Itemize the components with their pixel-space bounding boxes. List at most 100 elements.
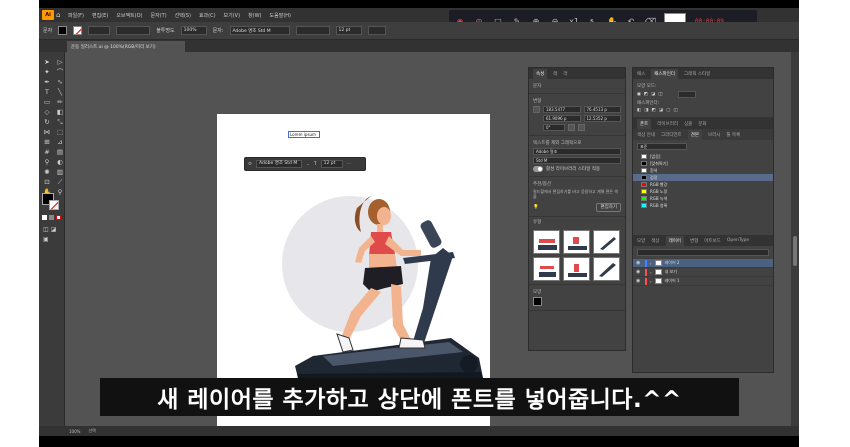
tab-swatches[interactable]: 견본 [687, 129, 702, 140]
y-field[interactable]: 76.4513 p [583, 106, 621, 113]
menu-type[interactable]: 문자(T) [151, 12, 167, 19]
variation-thumb-2[interactable] [563, 230, 590, 254]
gradient-mode-icon[interactable] [49, 215, 54, 220]
stroke-weight-field[interactable] [88, 26, 111, 35]
menu-help[interactable]: 도움말(H) [270, 12, 291, 19]
width-field[interactable]: 61.9096 p [543, 115, 581, 122]
floatbar-size-field[interactable]: 12 pt [320, 160, 343, 168]
tab-color[interactable]: 색상 [651, 238, 659, 244]
expand-chevron-icon[interactable]: › [650, 270, 652, 275]
trim-icon[interactable]: ◨ [644, 108, 648, 113]
swatch-row[interactable]: 흰색 [633, 167, 773, 174]
swatch-row[interactable]: RGB 청록 [633, 202, 773, 209]
draw-mode-icon[interactable]: ◫ ◪ [43, 226, 56, 233]
layer-name[interactable]: 레이어 1 [665, 278, 680, 284]
curvature-tool-icon[interactable]: ∿ [55, 78, 65, 86]
variation-thumb-3[interactable] [593, 230, 620, 254]
swatch-row[interactable]: [없음] [633, 153, 773, 160]
font-style-dropdown[interactable]: Std M [533, 157, 621, 164]
document-tab[interactable]: 운동 일러스트.ai @ 100%(RGB/미리 보기) [67, 41, 185, 52]
auto-style-toggle[interactable] [533, 166, 543, 172]
tab-libraries[interactable]: 라이브러리 [657, 121, 678, 127]
status-mode[interactable]: 선택 [88, 428, 95, 434]
brush-definition-field[interactable] [116, 26, 151, 35]
minus-back-icon[interactable]: ◫ [673, 108, 677, 113]
font-size-field[interactable]: 12 pt [335, 26, 362, 35]
vertical-scrollbar[interactable] [791, 52, 799, 426]
x-field[interactable]: 183.5477 [543, 106, 581, 113]
merge-icon[interactable]: ◩ [652, 108, 656, 113]
type-tool-icon[interactable]: T [42, 88, 52, 96]
tab-symbols[interactable]: 심볼 [684, 121, 692, 127]
variation-thumb-5[interactable] [563, 257, 590, 281]
variation-thumb-4[interactable] [533, 257, 560, 281]
tab-gradient[interactable]: 그라디언트 [661, 132, 682, 138]
text-frame[interactable]: Lorem ipsum [288, 131, 320, 138]
expand-chevron-icon[interactable]: › [650, 279, 652, 284]
pen-tool-icon[interactable]: ✒ [42, 78, 52, 86]
more-options-icon[interactable]: ⋯ [347, 162, 352, 167]
menu-effect[interactable]: 효과(C) [199, 12, 216, 19]
shape-builder-tool-icon[interactable]: ⊞ [42, 138, 52, 146]
visibility-eye-icon[interactable]: ◉ [636, 260, 642, 266]
shaper-tool-icon[interactable]: ◇ [42, 108, 52, 116]
tab-transform[interactable]: 변형 [690, 238, 698, 244]
font-style-field[interactable] [295, 26, 330, 35]
symbol-sprayer-tool-icon[interactable]: ✺ [42, 168, 52, 176]
menu-select[interactable]: 선택(S) [175, 12, 191, 19]
blend-tool-icon[interactable]: ◐ [55, 158, 65, 166]
menu-file[interactable]: 파일(F) [68, 12, 84, 19]
swatch-row[interactable]: RGB 빨강 [633, 181, 773, 188]
type-style-icon[interactable]: ⚙ [248, 162, 252, 167]
tab-graphic-styles[interactable]: 그래픽 스타일 [684, 71, 710, 77]
font-name-field[interactable]: Adobe 명조 [533, 148, 621, 155]
floatbar-font-field[interactable]: Adobe 명조 Std M [256, 160, 303, 168]
layer-row-selected[interactable]: ◉ › 레이어 2 [633, 259, 773, 268]
reference-point-icon[interactable] [533, 106, 540, 113]
swatch-row[interactable]: RGB 녹색 [633, 195, 773, 202]
font-family-field[interactable]: Adobe 명조 Std M [229, 26, 290, 35]
direct-selection-tool-icon[interactable]: ▷ [55, 58, 65, 66]
gradient-tool-icon[interactable]: ▤ [55, 148, 65, 156]
lasso-tool-icon[interactable]: ⌒ [55, 68, 65, 76]
screen-mode-icon[interactable]: ▣ [43, 236, 49, 243]
artboard-tool-icon[interactable]: ⊡ [42, 178, 52, 186]
layer-row[interactable]: ◉ › 레이어 1 [633, 277, 773, 286]
tab-layers[interactable]: 레이어 [665, 235, 684, 246]
eyedropper-tool-icon[interactable]: ⚲ [42, 158, 52, 166]
stroke-color-swatch[interactable] [49, 200, 59, 210]
menu-view[interactable]: 보기(V) [224, 12, 241, 19]
tab-color-guide[interactable]: 색상 안내 [637, 132, 655, 138]
swatch-row-selected[interactable]: 검정 [633, 174, 773, 181]
fill-swatch[interactable] [58, 26, 68, 35]
menu-edit[interactable]: 편집(E) [92, 12, 108, 19]
magic-wand-tool-icon[interactable]: ✦ [42, 68, 52, 76]
angle-field[interactable]: 0° [543, 124, 565, 131]
perspective-grid-tool-icon[interactable]: ⊿ [55, 138, 65, 146]
tab-opentype[interactable]: OpenType [727, 238, 749, 243]
minus-front-icon[interactable]: ◩ [644, 92, 648, 97]
type-size-icon[interactable]: T [314, 162, 317, 167]
stroke-swatch[interactable] [73, 26, 83, 35]
color-mode-icon[interactable] [42, 215, 47, 220]
selection-tool-icon[interactable]: ➤ [42, 58, 52, 66]
layer-name[interactable]: 내 보기 [665, 269, 677, 275]
line-tool-icon[interactable]: ╲ [55, 88, 65, 96]
unite-icon[interactable]: ◼ [637, 92, 641, 97]
opacity-field[interactable]: 100% [180, 26, 207, 35]
tab-layers-short[interactable]: 레 [553, 71, 557, 77]
treadmill-illustration[interactable] [253, 188, 493, 386]
lightbulb-icon[interactable]: 💡 [533, 205, 539, 210]
flip-vertical-icon[interactable] [578, 124, 585, 131]
variation-thumb-6[interactable] [593, 257, 620, 281]
visibility-eye-icon[interactable]: ◉ [636, 269, 642, 275]
outline-icon[interactable]: ▢ [666, 108, 670, 113]
tab-properties[interactable]: 속성 [533, 68, 548, 79]
layer-name[interactable]: 레이어 2 [665, 260, 680, 266]
tab-artboards[interactable]: 아트보드 [704, 238, 721, 244]
swatch-library-dropdown[interactable]: 표준 [637, 143, 687, 150]
none-mode-icon[interactable] [56, 215, 61, 220]
expand-button[interactable] [677, 91, 696, 98]
tab-brushes[interactable]: 브러시 [708, 132, 720, 138]
rectangle-tool-icon[interactable]: ▭ [42, 98, 52, 106]
